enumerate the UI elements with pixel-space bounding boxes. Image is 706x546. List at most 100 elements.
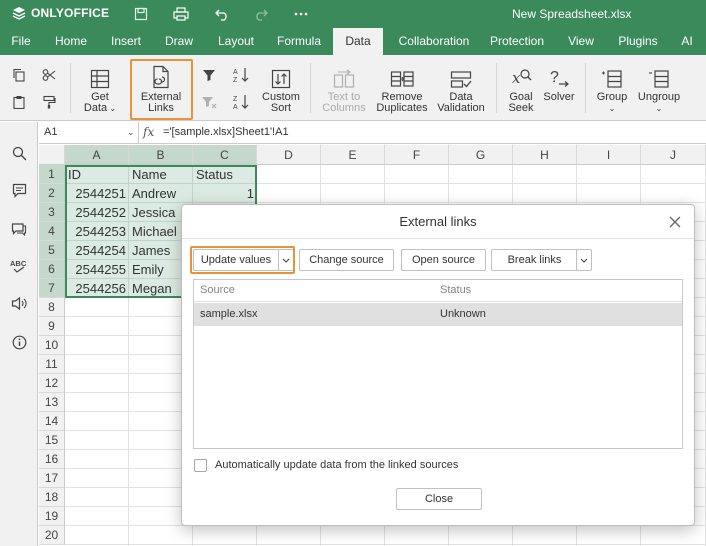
cut-icon[interactable] (40, 66, 58, 84)
name-box-dropdown-icon[interactable]: ⌄ (127, 127, 135, 138)
tab-collaboration[interactable]: Collaboration (388, 28, 480, 55)
row-header-2[interactable]: 2 (39, 184, 65, 203)
row-header-5[interactable]: 5 (39, 241, 65, 260)
remove-duplicates-button[interactable]: Remove Duplicates (374, 63, 430, 114)
undo-icon[interactable] (213, 5, 231, 23)
row-header-17[interactable]: 17 (39, 469, 65, 488)
cell-b2[interactable]: Andrew (129, 184, 193, 203)
redo-icon[interactable] (252, 5, 270, 23)
select-all-corner[interactable] (39, 145, 65, 165)
formula-input[interactable]: ='[sample.xlsx]Sheet1'!A1 (163, 126, 289, 138)
column-header-c[interactable]: C (193, 145, 257, 165)
tab-file[interactable]: File (4, 28, 38, 55)
row-header-7[interactable]: 7 (39, 279, 65, 298)
column-header-j[interactable]: J (641, 145, 706, 165)
solver-button[interactable]: ? Solver (540, 63, 578, 103)
copy-style-icon[interactable] (40, 93, 58, 111)
row-header-4[interactable]: 4 (39, 222, 65, 241)
change-source-button[interactable]: Change source (299, 249, 394, 271)
speaker-icon[interactable] (10, 294, 28, 312)
cell-a1[interactable]: ID (65, 165, 129, 184)
break-links-button[interactable]: Break links (491, 249, 578, 271)
chat-icon[interactable] (10, 219, 28, 237)
name-box[interactable]: A1 (39, 122, 139, 143)
cell-c1[interactable]: Status (193, 165, 257, 184)
list-item[interactable]: sample.xlsx Unknown (194, 303, 682, 326)
cell-a4[interactable]: 2544253 (65, 222, 129, 241)
row-header-16[interactable]: 16 (39, 450, 65, 469)
goal-seek-button[interactable]: x Goal Seek (503, 63, 539, 114)
info-icon[interactable] (10, 333, 28, 351)
onlyoffice-logo-icon (12, 7, 26, 20)
row-header-11[interactable]: 11 (39, 355, 65, 374)
open-source-button[interactable]: Open source (401, 249, 486, 271)
tab-formula[interactable]: Formula (270, 28, 328, 55)
row-header-18[interactable]: 18 (39, 488, 65, 507)
tab-data[interactable]: Data (333, 28, 383, 55)
print-icon[interactable] (172, 5, 190, 23)
text-to-columns-button[interactable]: Text to Columns (319, 63, 369, 114)
tab-draw[interactable]: Draw (157, 28, 201, 55)
group-button[interactable]: Group ⌄ (592, 63, 632, 114)
row-header-9[interactable]: 9 (39, 317, 65, 336)
comments-icon[interactable] (10, 181, 28, 199)
more-icon[interactable] (292, 5, 310, 23)
ungroup-button[interactable]: Ungroup ⌄ (636, 63, 682, 114)
row-header-13[interactable]: 13 (39, 393, 65, 412)
data-validation-button[interactable]: Data Validation (434, 63, 488, 114)
cell-a2[interactable]: 2544251 (65, 184, 129, 203)
row-header-12[interactable]: 12 (39, 374, 65, 393)
row-header-10[interactable]: 10 (39, 336, 65, 355)
column-header-i[interactable]: I (577, 145, 641, 165)
search-icon[interactable] (10, 144, 28, 162)
cell-b1[interactable]: Name (129, 165, 193, 184)
spellcheck-icon[interactable]: ABC (10, 256, 28, 274)
name-box-value: A1 (44, 126, 58, 138)
cell-c2[interactable]: 1 (193, 184, 257, 203)
row-header-15[interactable]: 15 (39, 431, 65, 450)
close-button[interactable]: Close (396, 488, 482, 510)
cell-a5[interactable]: 2544254 (65, 241, 129, 260)
column-header-h[interactable]: H (513, 145, 577, 165)
get-data-button[interactable]: Get Data ⌄ (78, 63, 122, 114)
tab-insert[interactable]: Insert (103, 28, 149, 55)
row-header-19[interactable]: 19 (39, 507, 65, 526)
sort-ascending-icon[interactable]: AZ (232, 66, 250, 84)
row-header-20[interactable]: 20 (39, 526, 65, 545)
paste-icon[interactable] (10, 93, 28, 111)
tab-protection[interactable]: Protection (484, 28, 550, 55)
function-icon[interactable]: fx (143, 125, 154, 139)
toolbar-separator (496, 63, 497, 113)
column-header-g[interactable]: G (449, 145, 513, 165)
break-links-dropdown-icon[interactable] (576, 249, 592, 271)
custom-sort-button[interactable]: Custom Sort (259, 63, 303, 114)
tab-layout[interactable]: Layout (208, 28, 264, 55)
tab-view[interactable]: View (561, 28, 601, 55)
ungroup-dropdown-icon: ⌄ (655, 104, 663, 113)
cell-a3[interactable]: 2544252 (65, 203, 129, 222)
tab-plugins[interactable]: Plugins (610, 28, 666, 55)
custom-sort-icon (271, 63, 291, 89)
row-header-6[interactable]: 6 (39, 260, 65, 279)
column-header-f[interactable]: F (385, 145, 449, 165)
column-header-a[interactable]: A (65, 145, 129, 165)
cell-a7[interactable]: 2544256 (65, 279, 129, 298)
auto-update-checkbox[interactable] (194, 459, 207, 472)
save-icon[interactable] (132, 5, 150, 23)
copy-icon[interactable] (10, 66, 28, 84)
filter-icon[interactable] (200, 66, 218, 84)
column-header-d[interactable]: D (257, 145, 321, 165)
sort-descending-icon[interactable]: ZA (232, 93, 250, 111)
cell-a6[interactable]: 2544255 (65, 260, 129, 279)
tab-ai[interactable]: AI (674, 28, 700, 55)
clear-filter-icon[interactable] (200, 93, 218, 111)
dialog-close-icon[interactable] (666, 213, 684, 231)
row-header-1[interactable]: 1 (39, 165, 65, 184)
row-header-3[interactable]: 3 (39, 203, 65, 222)
row-header-14[interactable]: 14 (39, 412, 65, 431)
tab-home[interactable]: Home (48, 28, 94, 55)
row-header-8[interactable]: 8 (39, 298, 65, 317)
column-header-b[interactable]: B (129, 145, 193, 165)
dialog-title: External links (182, 205, 694, 239)
column-header-e[interactable]: E (321, 145, 385, 165)
